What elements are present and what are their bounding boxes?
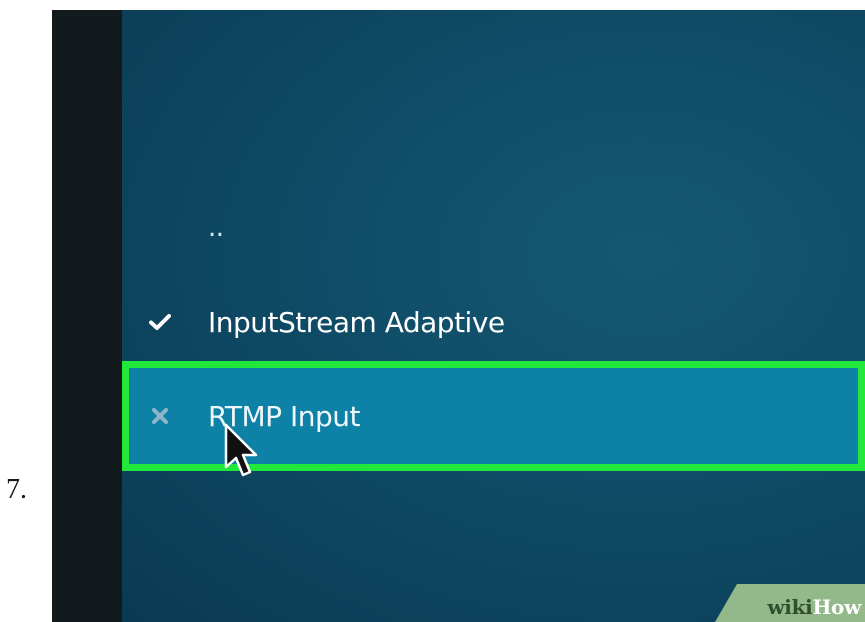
x-icon bbox=[148, 404, 172, 428]
checkmark-icon bbox=[148, 310, 172, 334]
watermark-wiki: wiki bbox=[767, 595, 813, 619]
list-item-label: .. bbox=[208, 213, 224, 243]
addon-list-panel: .. InputStream Adaptive RTMP Input wikiH… bbox=[122, 10, 865, 622]
kodi-screenshot: .. InputStream Adaptive RTMP Input wikiH… bbox=[52, 10, 865, 622]
list-item-label: InputStream Adaptive bbox=[208, 305, 505, 339]
mouse-cursor-icon bbox=[224, 423, 258, 477]
watermark-how: How bbox=[812, 595, 861, 619]
list-item-parent-directory[interactable]: .. bbox=[122, 188, 865, 268]
wikihow-watermark-text: wikiHow bbox=[767, 595, 861, 619]
list-item-inputstream-adaptive[interactable]: InputStream Adaptive bbox=[122, 282, 865, 362]
step-number: 7. bbox=[6, 474, 27, 505]
left-sidebar-strip bbox=[52, 10, 122, 622]
